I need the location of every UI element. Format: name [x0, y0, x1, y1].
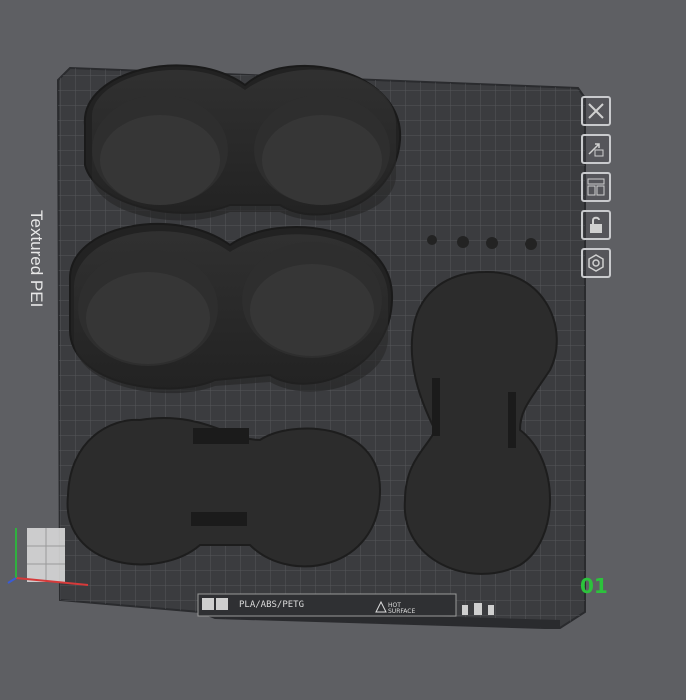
- model-cupholder-1[interactable]: [83, 64, 402, 221]
- orient-icon: [588, 143, 604, 157]
- close-icon: [588, 103, 604, 119]
- model-cupholder-2[interactable]: [68, 222, 394, 394]
- plate-filament-label: PLA/ABS/PETG: [205, 596, 304, 614]
- plate-filament-text: PLA/ABS/PETG: [239, 600, 305, 610]
- lock-icon: [590, 216, 602, 233]
- plate-side-text: Textured PEI: [27, 210, 46, 308]
- close-plate-button[interactable]: [581, 96, 611, 126]
- warning-line-2: SURFACE: [388, 608, 416, 615]
- arrange-button[interactable]: [581, 172, 611, 202]
- plate-number: 01: [580, 574, 608, 598]
- plate-settings-button[interactable]: [581, 248, 611, 278]
- hot-surface-warning: HOT SURFACE: [388, 603, 415, 615]
- arrange-icon: [587, 178, 605, 196]
- auto-orient-button[interactable]: [581, 134, 611, 164]
- lock-plate-button[interactable]: [581, 210, 611, 240]
- gear-icon: [588, 254, 604, 272]
- model-base-horizontal[interactable]: [66, 417, 382, 568]
- plate-toolbar: [581, 96, 617, 278]
